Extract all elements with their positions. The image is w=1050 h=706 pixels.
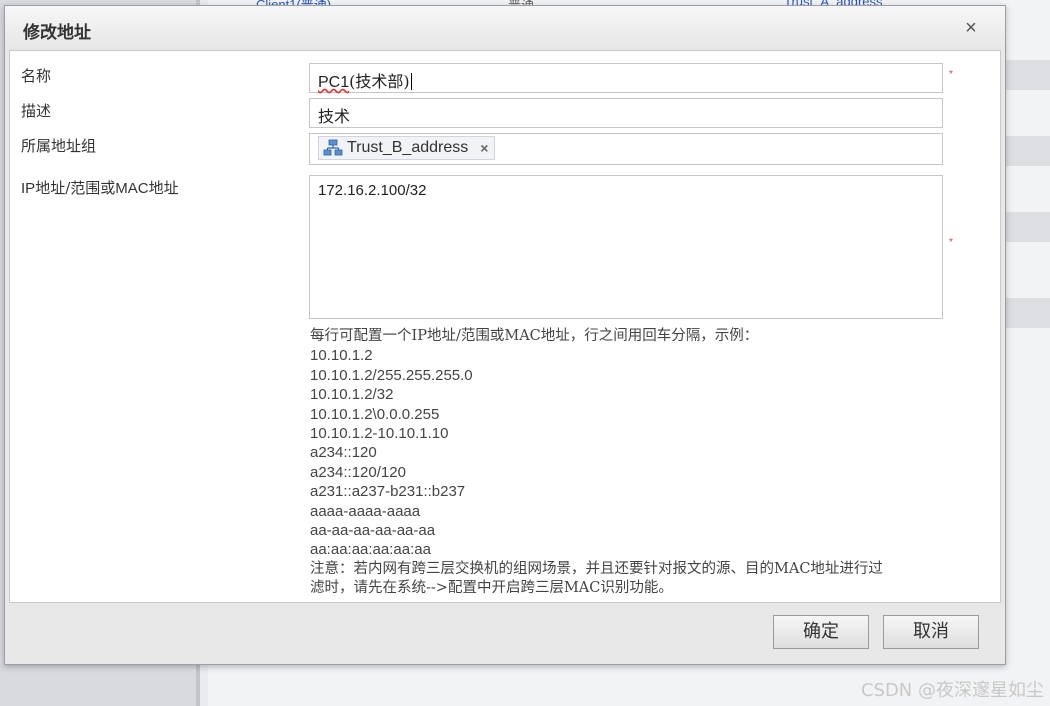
help-example: 10.10.1.2/32 [310, 386, 394, 404]
description-input[interactable]: 技术 [309, 98, 943, 128]
ip-mac-label: IP地址/范围或MAC地址 [21, 179, 179, 197]
dialog-title: 修改地址 [23, 23, 91, 43]
help-example: aa:aa:aa:aa:aa:aa [310, 541, 431, 559]
address-group-select[interactable]: Trust_B_address × [309, 133, 943, 165]
help-example: 10.10.1.2/255.255.255.0 [310, 366, 473, 384]
address-group-tag: Trust_B_address × [318, 136, 496, 160]
background-row [1006, 60, 1050, 90]
remove-tag-icon[interactable]: × [480, 140, 488, 156]
background-row [1006, 298, 1050, 328]
help-note-line1: 注意：若内网有跨三层交换机的组网场景，并且还要针对报文的源、目的MAC地址进行过 [310, 560, 883, 577]
help-example: aa-aa-aa-aa-aa-aa [310, 522, 436, 540]
help-example: a234::120/120 [310, 463, 406, 481]
network-icon [323, 139, 343, 156]
edit-address-dialog: 修改地址 × 名称 PC1(技术部) * 描述 技术 所属地址组 Trust_B… [4, 5, 1006, 665]
help-example: 10.10.1.2 [310, 347, 373, 365]
text-caret [410, 73, 412, 90]
ip-mac-textarea[interactable]: 172.16.2.100/32 [309, 175, 943, 319]
required-mark: * [949, 237, 953, 248]
watermark: CSDN @夜深邃星如尘 [860, 680, 1044, 701]
close-icon[interactable]: × [959, 16, 983, 40]
help-example: aaaa-aaaa-aaaa [310, 502, 421, 520]
help-note-line2: 滤时，请先在系统-->配置中开启跨三层MAC识别功能。 [310, 580, 673, 597]
help-example: 10.10.1.2-10.10.1.10 [310, 425, 449, 443]
help-example: a231::a237-b231::b237 [310, 483, 466, 501]
name-input[interactable]: PC1(技术部) [309, 63, 943, 93]
description-value: 技术 [318, 107, 351, 126]
ip-mac-value: 172.16.2.100/32 [318, 182, 427, 199]
name-label: 名称 [21, 67, 52, 85]
required-mark: * [949, 69, 953, 80]
description-label: 描述 [21, 102, 52, 120]
address-group-tag-label: Trust_B_address [347, 139, 469, 156]
name-value-prefix: PC1 [318, 74, 350, 91]
help-example: a234::120 [310, 444, 377, 462]
address-group-label: 所属地址组 [21, 137, 97, 155]
name-value-rest: (技术部) [349, 72, 410, 91]
help-intro: 每行可配置一个IP地址/范围或MAC地址，行之间用回车分隔，示例： [310, 328, 759, 344]
confirm-button[interactable]: 确定 [773, 615, 869, 649]
help-text: 每行可配置一个IP地址/范围或MAC地址，行之间用回车分隔，示例： 10.10.… [310, 327, 970, 599]
dialog-titlebar[interactable]: 修改地址 × [5, 6, 1005, 50]
background-row [1006, 136, 1050, 166]
dialog-body: 名称 PC1(技术部) * 描述 技术 所属地址组 Trust_B_addres… [9, 50, 1001, 603]
help-example: 10.10.1.2\0.0.0.255 [310, 405, 440, 423]
cancel-button[interactable]: 取消 [883, 615, 979, 649]
background-row [1006, 212, 1050, 242]
